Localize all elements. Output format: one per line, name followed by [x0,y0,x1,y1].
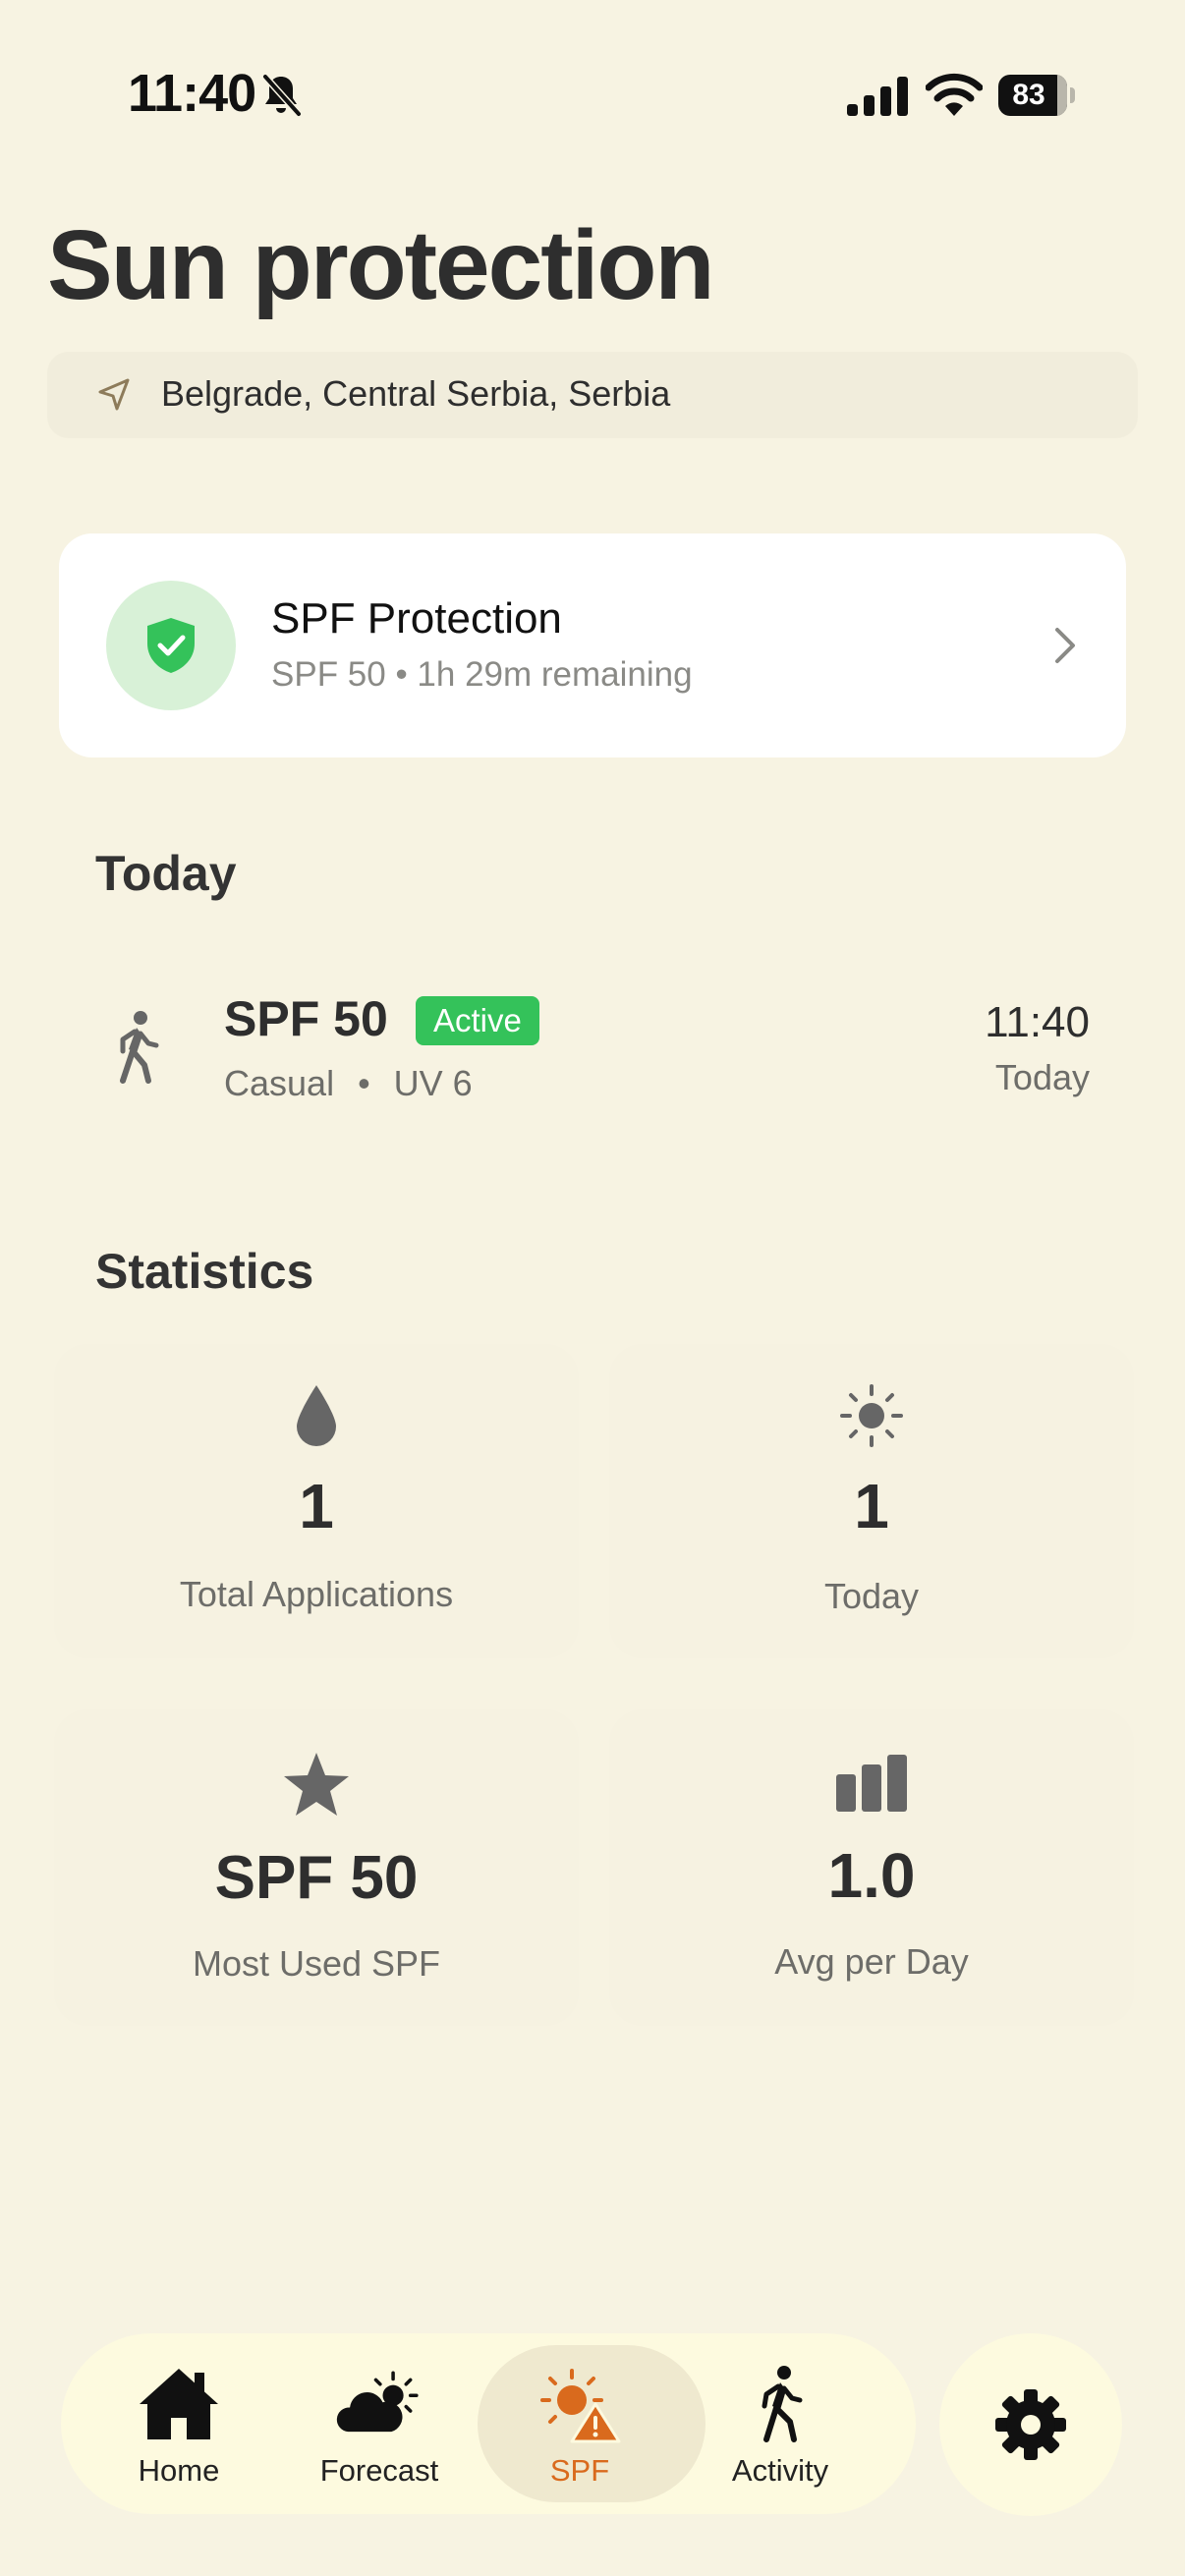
stat-card-avg-per-day: 1.0 Avg per Day [609,1709,1134,2026]
protection-subtitle: SPF 50 • 1h 29m remaining [271,655,693,694]
gear-icon [995,2389,1066,2460]
battery-level: 83 [1012,79,1045,111]
stat-card-most-used-spf: SPF 50 Most Used SPF [54,1709,579,2026]
shield-check-icon [147,618,195,673]
cloud-sun-icon [336,2371,419,2433]
stat-label: Today [823,1576,920,1616]
entry-meta: Casual • UV 6 [224,1063,473,1104]
stat-label: Avg per Day [774,1941,969,1982]
tab-label: Home [138,2453,220,2488]
stat-value: SPF 50 [214,1844,419,1912]
status-time: 11:40 [128,64,256,123]
star-icon [284,1753,349,1816]
entry-uv: UV 6 [393,1063,473,1103]
location-selector[interactable]: Belgrade, Central Serbia, Serbia [47,352,1138,438]
cellular-signal-icon [847,77,908,116]
status-badge: Active [416,996,539,1045]
status-bar: 11:40 83 [0,0,1185,157]
walking-person-icon [120,1011,159,1084]
tab-home[interactable]: Home [79,2333,279,2514]
stat-value: 1 [299,1471,334,1541]
house-icon [140,2369,218,2439]
wifi-icon [926,73,983,116]
bell-slash-icon [262,74,302,117]
tab-label: SPF [549,2453,610,2488]
sun-warning-icon [540,2369,621,2443]
entry-time: 11:40 [985,998,1090,1046]
tab-spf[interactable]: SPF [480,2333,680,2514]
drop-icon [297,1385,336,1446]
meta-separator: • [358,1063,370,1103]
location-arrow-icon [98,378,130,411]
spf-protection-card[interactable]: SPF Protection SPF 50 • 1h 29m remaining [59,533,1126,757]
sun-icon [840,1384,903,1447]
stat-card-today: 1 Today [609,1344,1134,1658]
tab-label: Activity [731,2453,829,2488]
entry-day: Today [994,1057,1090,1097]
entry-spf-value: SPF 50 [224,991,388,1046]
protection-title: SPF Protection [271,594,562,643]
tab-activity[interactable]: Activity [680,2333,880,2514]
walking-person-icon [762,2366,803,2442]
tab-bar: Home Forecast SPF Activity [61,2333,916,2514]
tab-label: Forecast [319,2453,439,2488]
statistics-section-title: Statistics [95,1244,314,1299]
bar-chart-icon [836,1755,907,1812]
tab-forecast[interactable]: Forecast [279,2333,480,2514]
shield-badge [106,581,236,710]
battery-indicator: 83 [998,75,1075,116]
chevron-right-icon [1055,628,1075,663]
location-label: Belgrade, Central Serbia, Serbia [161,373,671,414]
settings-button[interactable] [939,2333,1122,2516]
page-title: Sun protection [47,210,715,320]
spf-application-entry[interactable]: SPF 50 Active Casual • UV 6 11:40 Today [95,973,1090,1120]
stat-value: 1.0 [827,1840,916,1911]
stat-value: 1 [854,1471,889,1541]
stat-label: Total Applications [179,1574,454,1614]
stat-card-total-applications: 1 Total Applications [54,1344,579,1658]
today-section-title: Today [95,846,237,901]
stat-label: Most Used SPF [192,1943,441,1984]
entry-activity: Casual [224,1063,335,1103]
